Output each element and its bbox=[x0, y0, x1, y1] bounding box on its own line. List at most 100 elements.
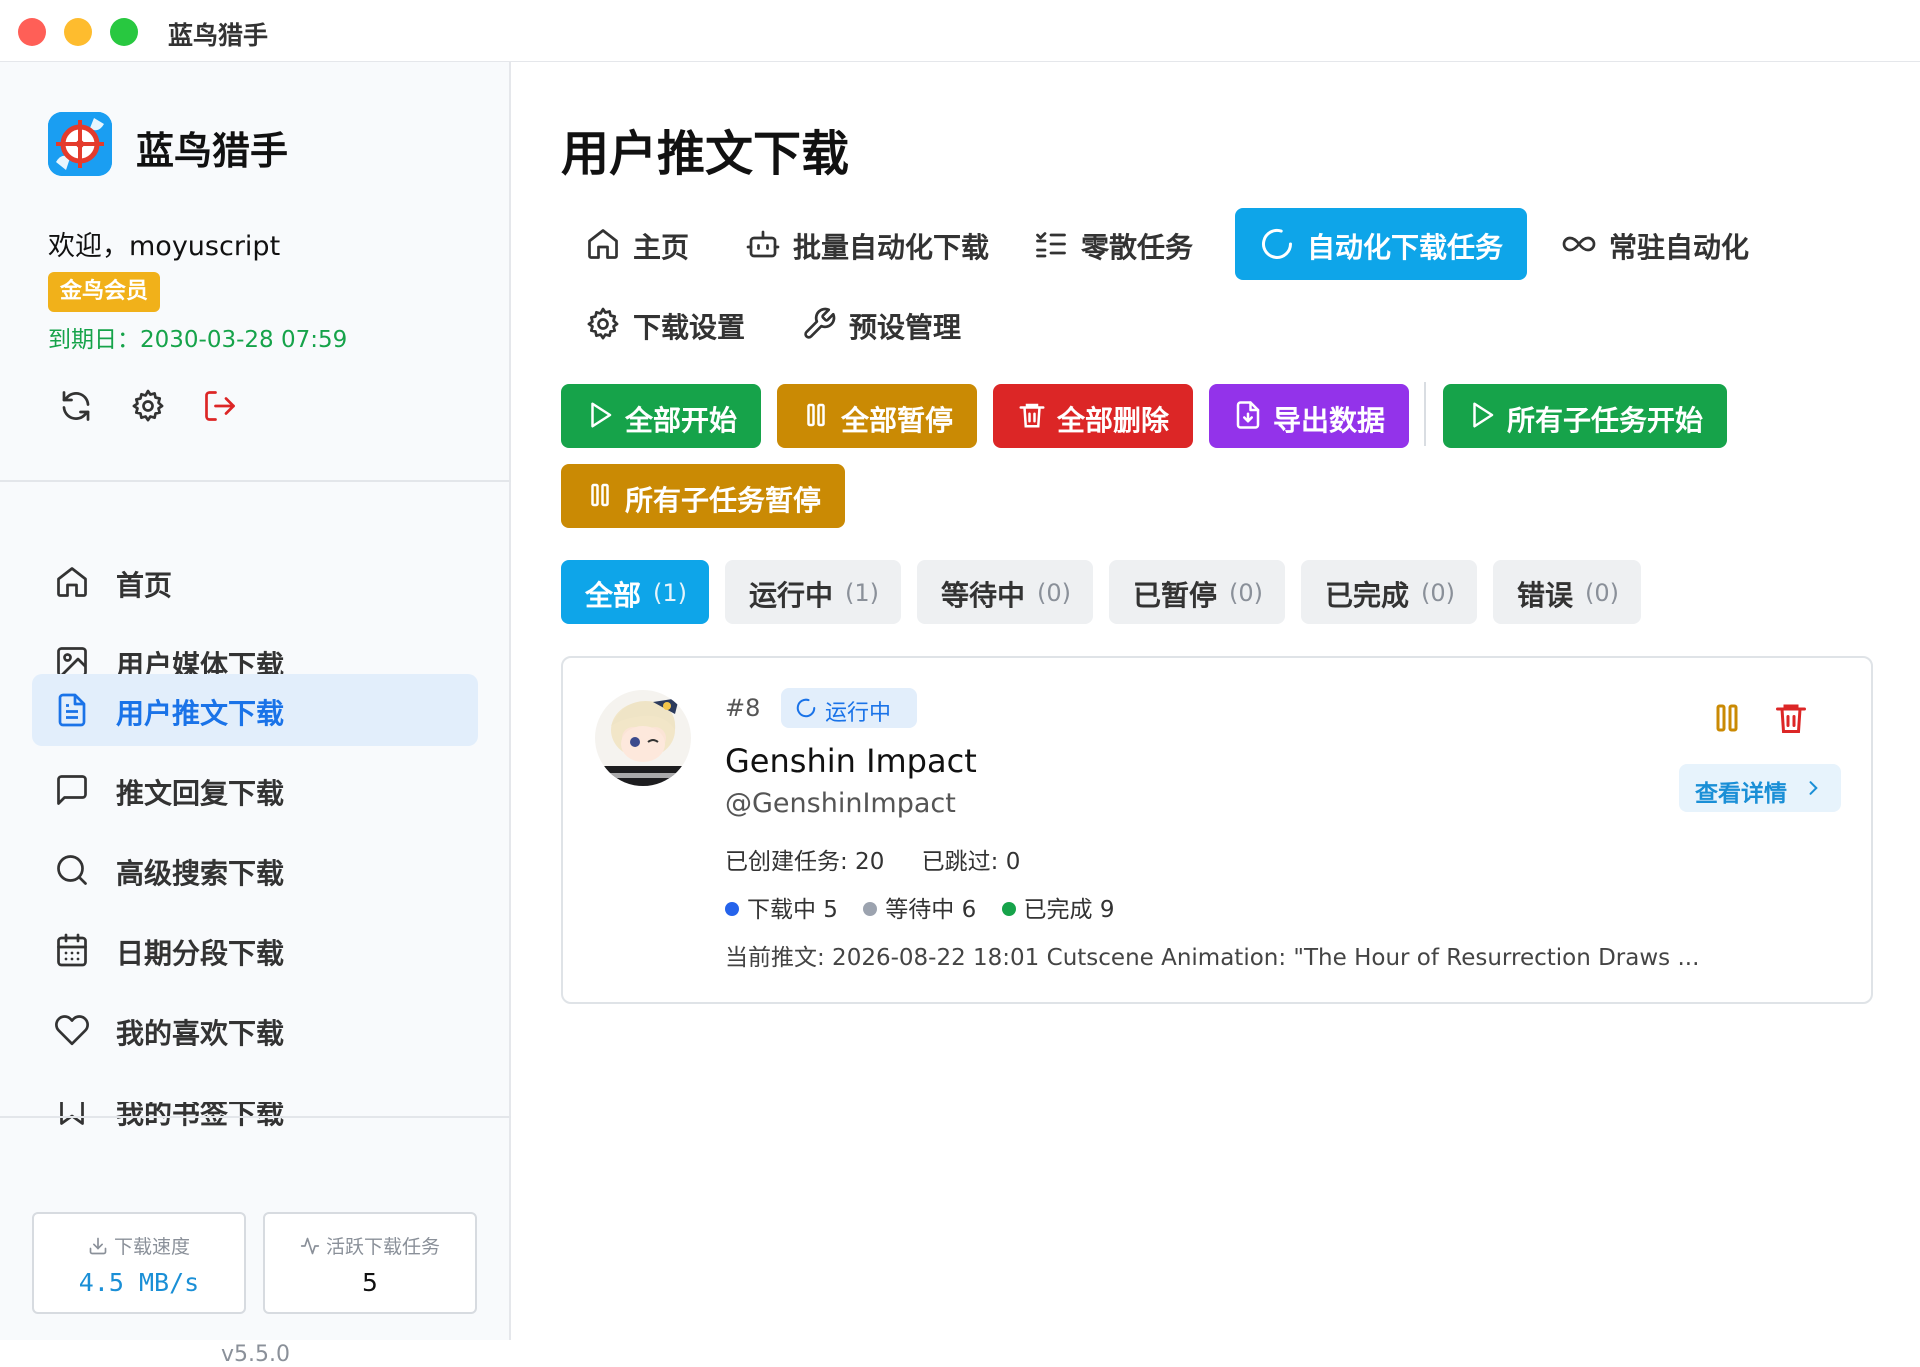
gear-icon bbox=[585, 306, 621, 342]
downloading-dot bbox=[725, 902, 739, 916]
sidebar-item-advanced-search[interactable]: 高级搜索下载 bbox=[32, 834, 478, 906]
title-bar: 蓝鸟猎手 bbox=[0, 0, 1920, 62]
welcome-text: 欢迎，moyuscript bbox=[48, 231, 281, 262]
bookmark-icon bbox=[54, 1102, 90, 1128]
filter-count: (0) bbox=[1585, 579, 1619, 607]
refresh-icon[interactable] bbox=[58, 388, 94, 424]
download-speed-card: 下载速度 4.5 MB/s bbox=[32, 1212, 246, 1314]
filter-label: 已暂停 bbox=[1133, 579, 1218, 612]
tab-label: 下载设置 bbox=[633, 311, 746, 344]
tab-home[interactable]: 主页 bbox=[561, 208, 711, 280]
tab-label: 主页 bbox=[633, 231, 690, 264]
expire-date: 到期日：2030-03-28 07:59 bbox=[48, 327, 348, 353]
filter-completed[interactable]: 已完成 (0) bbox=[1301, 560, 1477, 624]
search-icon bbox=[54, 852, 90, 888]
filter-count: (0) bbox=[1037, 579, 1071, 607]
active-tasks-label: 活跃下载任务 bbox=[326, 1236, 441, 1258]
waiting-count: 等待中 6 bbox=[885, 897, 977, 923]
task-card: #8 运行中 Genshin Impact @GenshinImpact 已创建… bbox=[561, 656, 1873, 1004]
sidebar-item-likes[interactable]: 我的喜欢下载 bbox=[32, 994, 478, 1066]
tab-scattered-tasks[interactable]: 零散任务 bbox=[1009, 208, 1195, 280]
filter-count: (1) bbox=[845, 579, 879, 607]
wrench-icon bbox=[801, 306, 837, 342]
app-version: v5.5.0 bbox=[221, 1342, 290, 1367]
pause-all-subtasks-button[interactable]: 所有子任务暂停 bbox=[561, 464, 845, 528]
sidebar-item-date-range[interactable]: 日期分段下载 bbox=[32, 914, 478, 986]
close-window-button[interactable] bbox=[18, 18, 46, 46]
pause-icon bbox=[585, 480, 615, 510]
tab-label: 批量自动化下载 bbox=[793, 231, 990, 264]
active-tasks-value: 5 bbox=[362, 1268, 378, 1297]
tab-download-settings[interactable]: 下载设置 bbox=[561, 288, 761, 360]
filter-count: (0) bbox=[1421, 579, 1455, 607]
export-data-button[interactable]: 导出数据 bbox=[1209, 384, 1409, 448]
chevron-right-icon bbox=[1803, 778, 1823, 798]
brand-name: 蓝鸟猎手 bbox=[136, 129, 289, 173]
current-tweet: 当前推文: 2026-08-22 18:01 Cutscene Animatio… bbox=[725, 945, 1700, 971]
button-label: 所有子任务开始 bbox=[1507, 404, 1704, 437]
app-logo-icon bbox=[48, 112, 112, 176]
file-download-icon bbox=[1233, 400, 1263, 430]
infinity-icon bbox=[1561, 226, 1597, 262]
filter-running[interactable]: 运行中 (1) bbox=[725, 560, 901, 624]
window-title: 蓝鸟猎手 bbox=[168, 21, 269, 50]
sidebar-item-bookmarks[interactable]: 我的书签下载 bbox=[32, 1102, 478, 1146]
home-icon bbox=[585, 226, 621, 262]
start-all-button[interactable]: 全部开始 bbox=[561, 384, 761, 448]
skipped-count: 已跳过: 0 bbox=[921, 849, 1021, 875]
button-label: 导出数据 bbox=[1273, 404, 1386, 437]
maximize-window-button[interactable] bbox=[110, 18, 138, 46]
filter-all[interactable]: 全部 (1) bbox=[561, 560, 709, 624]
sidebar-divider bbox=[0, 480, 511, 482]
gear-icon[interactable] bbox=[130, 388, 166, 424]
pause-icon bbox=[801, 400, 831, 430]
filter-label: 已完成 bbox=[1325, 579, 1410, 612]
activity-icon bbox=[300, 1236, 320, 1256]
trash-icon[interactable] bbox=[1773, 700, 1809, 736]
downloading-count: 下载中 5 bbox=[747, 897, 838, 923]
main-content: 用户推文下载 主页 批量自动化下载 零散任务 自动化下载任务 常驻自动化 下载设… bbox=[513, 62, 1920, 1340]
button-label: 全部删除 bbox=[1057, 404, 1170, 437]
button-label: 所有子任务暂停 bbox=[625, 484, 822, 517]
tab-batch-automation[interactable]: 批量自动化下载 bbox=[721, 208, 990, 280]
sidebar-item-label: 我的喜欢下载 bbox=[116, 1017, 285, 1050]
delete-all-button[interactable]: 全部删除 bbox=[993, 384, 1193, 448]
logout-icon[interactable] bbox=[202, 388, 238, 424]
filter-count: (1) bbox=[653, 579, 687, 607]
tab-auto-download-tasks[interactable]: 自动化下载任务 bbox=[1235, 208, 1527, 280]
sidebar-item-label: 推文回复下载 bbox=[116, 777, 285, 810]
trash-icon bbox=[1017, 400, 1047, 430]
action-separator bbox=[1424, 382, 1426, 446]
sidebar-item-tweet-replies[interactable]: 推文回复下载 bbox=[32, 754, 478, 826]
task-progress: 下载中 5 等待中 6 已完成 9 bbox=[725, 890, 1132, 924]
pause-all-button[interactable]: 全部暂停 bbox=[777, 384, 977, 448]
task-stats: 已创建任务: 20 已跳过: 0 bbox=[725, 842, 1050, 876]
start-all-subtasks-button[interactable]: 所有子任务开始 bbox=[1443, 384, 1727, 448]
filter-count: (0) bbox=[1229, 579, 1263, 607]
sidebar-nav-overflow: 我的书签下载 bbox=[0, 1102, 511, 1178]
tab-preset-management[interactable]: 预设管理 bbox=[777, 288, 977, 360]
heart-icon bbox=[54, 1012, 90, 1048]
download-icon bbox=[88, 1236, 108, 1256]
page-title: 用户推文下载 bbox=[561, 126, 850, 182]
avatar bbox=[595, 690, 691, 786]
button-label: 全部开始 bbox=[625, 404, 738, 437]
minimize-window-button[interactable] bbox=[64, 18, 92, 46]
filter-paused[interactable]: 已暂停 (0) bbox=[1109, 560, 1285, 624]
filter-waiting[interactable]: 等待中 (0) bbox=[917, 560, 1093, 624]
calendar-icon bbox=[54, 932, 90, 968]
tab-resident-automation[interactable]: 常驻自动化 bbox=[1537, 208, 1751, 280]
tab-label: 预设管理 bbox=[849, 311, 962, 344]
pause-icon[interactable] bbox=[1709, 700, 1745, 736]
download-speed-value: 4.5 MB/s bbox=[78, 1268, 200, 1297]
filter-label: 运行中 bbox=[749, 579, 834, 612]
sidebar-item-label: 高级搜索下载 bbox=[116, 857, 285, 890]
sidebar-item-user-tweets[interactable]: 用户推文下载 bbox=[32, 674, 478, 746]
home-icon bbox=[54, 564, 90, 600]
view-details-button[interactable]: 查看详情 bbox=[1679, 764, 1841, 812]
waiting-dot bbox=[863, 902, 878, 916]
task-id: #8 bbox=[725, 694, 761, 722]
filter-error[interactable]: 错误 (0) bbox=[1493, 560, 1641, 624]
sidebar-bottom-divider bbox=[0, 1116, 511, 1118]
sidebar-item-home[interactable]: 首页 bbox=[32, 546, 478, 618]
